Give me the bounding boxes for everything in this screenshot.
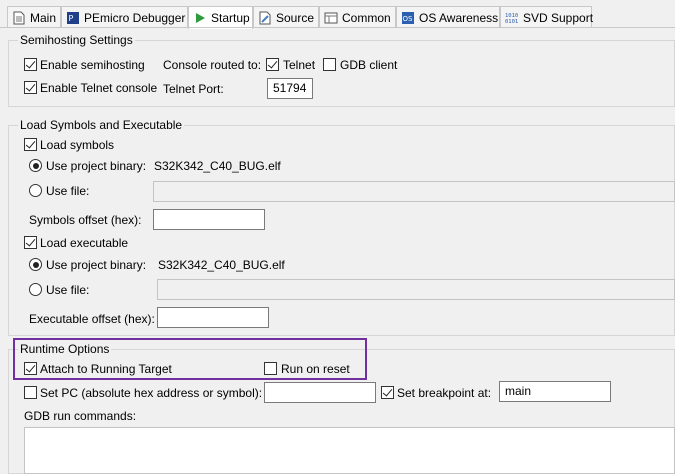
gdb-run-commands-textarea[interactable] [24,427,675,474]
gdb-client-label: GDB client [340,58,398,72]
source-icon [258,11,272,25]
set-pc-label: Set PC (absolute hex address or symbol): [40,386,263,400]
telnet-checkbox[interactable] [266,58,279,71]
enable-telnet-checkbox[interactable] [24,81,37,94]
svg-text:P: P [69,14,74,23]
exec-use-project-label: Use project binary: [46,258,147,272]
tab-pemicro-label: PEmicro Debugger [84,10,186,25]
gdb-run-commands-label: GDB run commands: [24,409,137,423]
tab-pemicro-debugger[interactable]: P PEmicro Debugger [61,6,188,28]
symbols-use-project-label: Use project binary: [46,159,147,173]
symbols-use-project-radio[interactable] [29,159,42,172]
exec-use-file-radio[interactable] [29,283,42,296]
common-icon [324,11,338,25]
tab-main[interactable]: Main [7,6,61,28]
svg-text:0101: 0101 [505,19,518,25]
enable-telnet-label: Enable Telnet console [40,81,158,95]
tab-source-label: Source [276,10,315,25]
tab-startup-label: Startup [211,11,250,25]
set-breakpoint-label: Set breakpoint at: [397,386,492,400]
tab-common-label: Common [342,10,391,25]
telnet-port-input[interactable]: 51794 [267,78,313,99]
launch-config-tab-bar: Main P PEmicro Debugger Startup Source C… [0,0,675,29]
symbols-file-input[interactable] [153,181,675,202]
exec-offset-input[interactable] [157,307,269,328]
set-breakpoint-input[interactable]: main [499,381,611,402]
tab-os-label: OS Awareness [419,10,499,25]
symbols-use-file-radio[interactable] [29,184,42,197]
svg-text:OS: OS [403,15,414,23]
load-symbols-title: Load Symbols and Executable [18,118,185,132]
binary-icon: 1010 0101 [505,11,519,25]
set-breakpoint-checkbox[interactable] [381,386,394,399]
telnet-label: Telnet [283,58,316,72]
load-executable-label: Load executable [40,236,129,250]
tab-startup[interactable]: Startup [188,6,253,29]
pemicro-icon: P [66,11,80,25]
enable-semihosting-checkbox[interactable] [24,58,37,71]
exec-use-project-radio[interactable] [29,258,42,271]
tab-divider [0,27,675,28]
load-executable-checkbox[interactable] [24,236,37,249]
load-symbols-group [8,125,675,336]
tab-common[interactable]: Common [319,6,396,28]
play-icon [193,11,207,25]
tab-source[interactable]: Source [253,6,319,28]
tab-main-label: Main [30,10,57,25]
enable-semihosting-label: Enable semihosting [40,58,145,72]
gdb-client-checkbox[interactable] [323,58,336,71]
tab-svd-support[interactable]: 1010 0101 SVD Support [500,6,594,28]
document-icon [12,11,26,25]
tab-os-awareness[interactable]: OS OS Awareness [396,6,500,28]
symbols-use-file-label: Use file: [46,184,90,198]
semihosting-group [8,40,675,107]
symbols-project-binary-value: S32K342_C40_BUG.elf [154,159,281,173]
tab-svd-label: SVD Support [523,10,594,25]
symbols-offset-input[interactable] [153,209,265,230]
semihosting-title: Semihosting Settings [18,33,135,47]
os-icon: OS [401,11,415,25]
exec-use-file-label: Use file: [46,283,90,297]
symbols-offset-label: Symbols offset (hex): [29,213,142,227]
exec-offset-label: Executable offset (hex): [29,312,155,326]
telnet-port-label: Telnet Port: [163,82,224,96]
load-symbols-checkbox[interactable] [24,138,37,151]
exec-file-input[interactable] [157,279,675,300]
set-pc-checkbox[interactable] [24,386,37,399]
console-routed-label: Console routed to: [163,58,262,72]
load-symbols-label: Load symbols [40,138,115,152]
exec-project-binary-value: S32K342_C40_BUG.elf [158,258,285,272]
set-pc-input[interactable] [264,382,376,403]
highlight-box [13,338,367,380]
